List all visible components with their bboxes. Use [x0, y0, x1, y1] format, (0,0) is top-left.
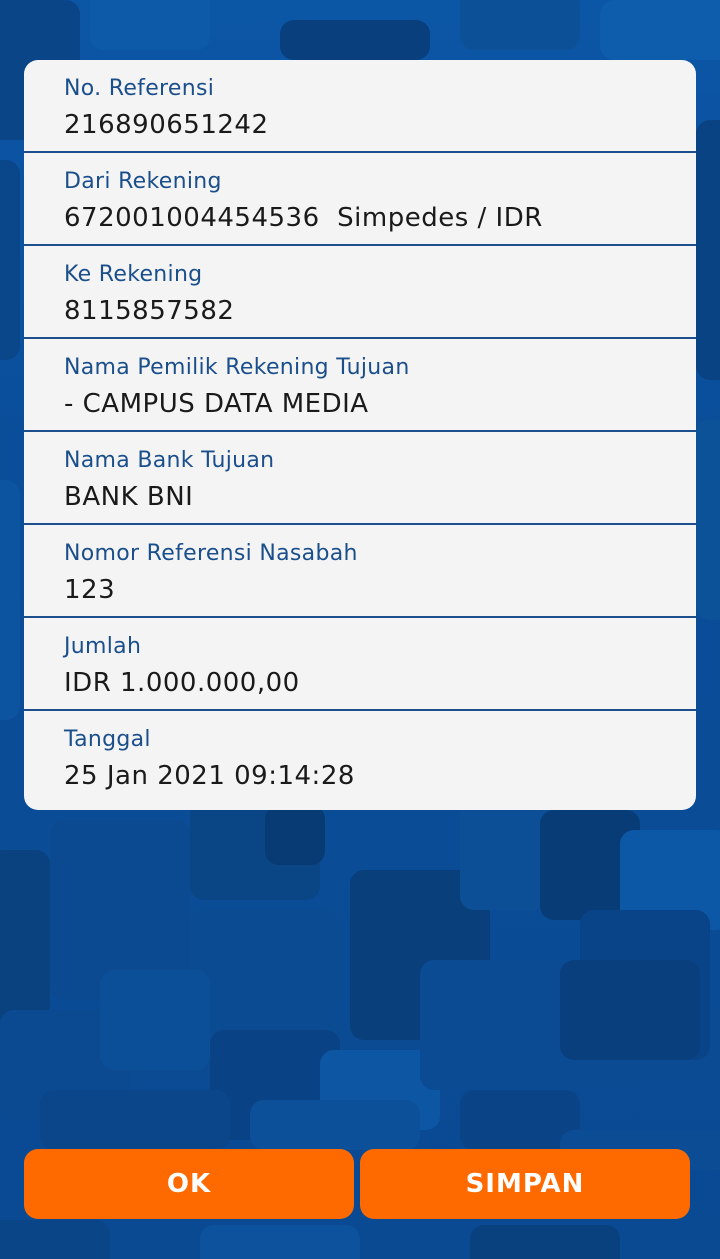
detail-label: Jumlah	[64, 634, 142, 659]
detail-value: 123	[64, 575, 116, 605]
detail-value: IDR 1.000.000,00	[64, 668, 300, 698]
detail-label: Nama Pemilik Rekening Tujuan	[64, 355, 410, 380]
detail-value: 8115857582	[64, 296, 235, 326]
detail-row-customer-reference: Nomor Referensi Nasabah 123	[24, 525, 696, 618]
detail-label: Ke Rekening	[64, 262, 203, 287]
detail-label: Tanggal	[64, 727, 151, 752]
detail-row-date: Tanggal 25 Jan 2021 09:14:28	[24, 711, 696, 804]
detail-value: 672001004454536 Simpedes / IDR	[64, 203, 543, 233]
detail-row-recipient-name: Nama Pemilik Rekening Tujuan - CAMPUS DA…	[24, 339, 696, 432]
detail-label: No. Referensi	[64, 76, 215, 101]
detail-label: Dari Rekening	[64, 169, 222, 194]
detail-label: Nama Bank Tujuan	[64, 448, 275, 473]
ok-button[interactable]: OK	[24, 1149, 354, 1219]
detail-value: 216890651242	[64, 110, 269, 140]
detail-row-destination-account: Ke Rekening 8115857582	[24, 246, 696, 339]
detail-value: BANK BNI	[64, 482, 194, 512]
save-button[interactable]: SIMPAN	[360, 1149, 690, 1219]
detail-label: Nomor Referensi Nasabah	[64, 541, 358, 566]
detail-value: - CAMPUS DATA MEDIA	[64, 389, 369, 419]
transaction-detail-card: No. Referensi 216890651242 Dari Rekening…	[24, 60, 696, 810]
detail-row-amount: Jumlah IDR 1.000.000,00	[24, 618, 696, 711]
detail-row-destination-bank: Nama Bank Tujuan BANK BNI	[24, 432, 696, 525]
detail-value: 25 Jan 2021 09:14:28	[64, 761, 355, 791]
detail-row-source-account: Dari Rekening 672001004454536 Simpedes /…	[24, 153, 696, 246]
detail-row-reference-number: No. Referensi 216890651242	[24, 60, 696, 153]
